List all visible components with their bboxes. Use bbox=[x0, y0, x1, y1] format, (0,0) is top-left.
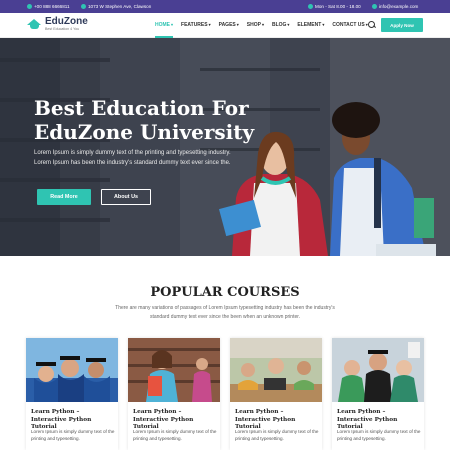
site-header: EduZone Best Education 4 You HOME ▾ FEATUR… bbox=[0, 13, 450, 38]
nav-item-pages[interactable]: PAGES ▾ bbox=[219, 13, 239, 38]
email-text: info@example.com bbox=[379, 4, 419, 9]
hero-subtitle: Lorem Ipsum is simply dummy text of the … bbox=[34, 150, 231, 166]
top-info-bar: +00 888 6666811 1073 W Stephen Ave, Claw… bbox=[0, 0, 450, 13]
address-info: 1073 W Stephen Ave, Clawson bbox=[81, 4, 151, 9]
phone-icon bbox=[27, 4, 32, 9]
nav-item-label: HOME bbox=[155, 21, 170, 28]
course-image-celebration bbox=[332, 338, 424, 402]
nav-item-home[interactable]: HOME ▾ bbox=[155, 13, 174, 38]
location-icon bbox=[81, 4, 86, 9]
chevron-down-icon: ▾ bbox=[208, 22, 211, 27]
section-intro: There are many variations of passages of… bbox=[115, 305, 335, 320]
email-contact[interactable]: info@example.com bbox=[372, 4, 418, 9]
course-image-classroom bbox=[230, 338, 322, 402]
hours-text: Mon - Sat 8.00 - 18.00 bbox=[315, 4, 361, 9]
chevron-down-icon: ▾ bbox=[287, 22, 290, 27]
hero-background-image bbox=[0, 38, 450, 256]
section-title: POPULAR COURSES bbox=[150, 285, 300, 300]
apply-now-button[interactable]: Apply Now bbox=[381, 18, 423, 32]
nav-item-label: SHOP bbox=[246, 21, 261, 28]
hero-title-line-1: Best Education For bbox=[34, 96, 249, 120]
about-us-button[interactable]: About Us bbox=[101, 189, 151, 205]
read-more-button[interactable]: Read More bbox=[37, 189, 91, 205]
course-image-library bbox=[128, 338, 220, 402]
brand-tagline: Best Education 4 You bbox=[45, 27, 80, 31]
nav-item-label: BLOG bbox=[271, 21, 287, 28]
site-logo[interactable]: EduZone Best Education 4 You bbox=[27, 17, 88, 31]
course-card[interactable]: Learn Python – Interactive Python Tutori… bbox=[128, 338, 220, 450]
course-description: Lorem Ipsum is simply dummy text of the … bbox=[235, 429, 319, 441]
brand-name: EduZone bbox=[45, 16, 88, 27]
course-card[interactable]: Learn Python – Interactive Python Tutori… bbox=[230, 338, 322, 450]
phone-contact[interactable]: +00 888 6666811 bbox=[27, 4, 70, 9]
hero-banner: Best Education For EduZone University Lo… bbox=[0, 38, 450, 256]
chevron-down-icon: ▾ bbox=[171, 22, 174, 27]
nav-item-label: FEATURES bbox=[181, 21, 208, 28]
course-description: Lorem Ipsum is simply dummy text of the … bbox=[337, 429, 421, 441]
mail-icon bbox=[372, 4, 377, 9]
main-nav: HOME ▾ FEATURES ▾ PAGES ▾ SHOP ▾ BLOG ▾ ELEMENT ▾ CO… bbox=[155, 13, 368, 38]
chevron-down-icon: ▾ bbox=[261, 22, 264, 27]
course-card[interactable]: Learn Python – Interactive Python Tutori… bbox=[26, 338, 118, 450]
hero-title: Best Education For EduZone University bbox=[34, 96, 264, 144]
address-text: 1073 W Stephen Ave, Clawson bbox=[88, 4, 152, 9]
nav-item-element[interactable]: ELEMENT ▾ bbox=[297, 13, 324, 38]
course-description: Lorem Ipsum is simply dummy text of the … bbox=[133, 429, 217, 441]
nav-item-label: CONTACT US bbox=[332, 21, 365, 28]
search-icon[interactable] bbox=[368, 21, 376, 29]
nav-item-blog[interactable]: BLOG ▾ bbox=[272, 13, 289, 38]
graduation-cap-icon bbox=[27, 18, 42, 31]
course-image-graduates bbox=[26, 338, 118, 402]
phone-text: +00 888 6666811 bbox=[34, 4, 70, 9]
hours-info: Mon - Sat 8.00 - 18.00 bbox=[308, 4, 361, 9]
nav-item-label: PAGES bbox=[218, 21, 236, 28]
hero-title-line-2: EduZone University bbox=[34, 120, 255, 144]
course-card[interactable]: Learn Python – Interactive Python Tutori… bbox=[332, 338, 424, 450]
nav-item-contact-us[interactable]: CONTACT US ▾ bbox=[332, 13, 367, 38]
nav-item-shop[interactable]: SHOP ▾ bbox=[247, 13, 264, 38]
chevron-down-icon: ▾ bbox=[322, 22, 325, 27]
chevron-down-icon: ▾ bbox=[236, 22, 239, 27]
nav-item-label: ELEMENT bbox=[297, 21, 322, 28]
nav-item-features[interactable]: FEATURES ▾ bbox=[181, 13, 211, 38]
course-description: Lorem Ipsum is simply dummy text of the … bbox=[31, 429, 115, 441]
clock-icon bbox=[308, 4, 313, 9]
